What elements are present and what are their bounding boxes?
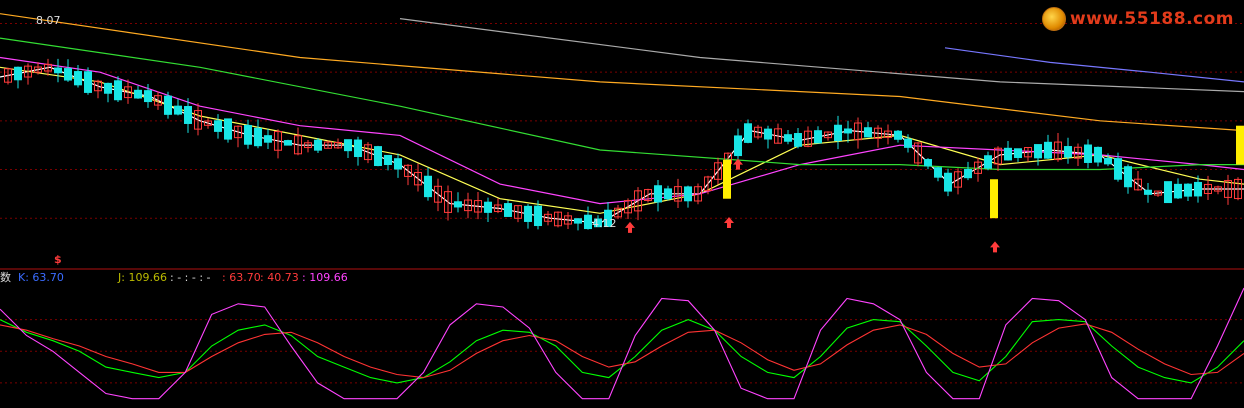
indicator-value-2: : 40.73 [260,271,299,284]
candle-body [764,128,772,140]
candle-body [1184,183,1192,197]
candle-body [814,130,822,144]
candle-body [864,127,872,138]
candle-body [1094,146,1102,163]
watermark-logo-icon [1041,7,1066,31]
low-price-label: 4.12 [592,217,617,230]
signal-bar [1236,125,1244,165]
candle-body [934,167,942,178]
price-chart [0,13,1244,400]
ma-line-ma60 [0,37,1244,171]
kdj-lines [0,287,1244,400]
candle-body [14,66,22,81]
indicator-j-value: J: 109.66 [118,271,167,284]
ma-line-ma10 [0,66,1244,214]
candle-body [904,138,912,148]
candle-body [534,205,542,227]
candle-body [104,82,112,94]
candle-body [924,159,932,167]
indicator-separator: : - : - : - [170,271,211,284]
candle-body [1064,146,1072,158]
candle-body [1014,148,1022,159]
candle-body [344,139,352,152]
signal-bar [723,159,731,199]
candle-body [84,71,92,93]
high-price-label: 8.07 [36,14,61,27]
candle-body [1114,158,1122,180]
candle-body [244,124,252,145]
candle-body [894,130,902,140]
watermark-text: www.55188.com [1069,9,1234,29]
candle-body [374,146,382,167]
signal-bar [990,179,998,219]
candle-body [134,89,142,99]
candle-body [224,118,232,140]
candle-body [1004,147,1012,161]
candle-body [484,201,492,213]
candle-body [54,67,62,74]
candle-body [384,154,392,166]
candle-body [1034,144,1042,159]
candle-body [664,188,672,200]
candle-body [524,205,532,222]
candle-body [784,134,792,142]
candle-body [944,172,952,192]
candle-body [654,185,662,203]
candle-body [504,203,512,217]
candle-body [114,80,122,101]
candle-body [734,135,742,157]
candle-body [1144,189,1152,195]
candle-body [174,105,182,115]
candle-body [64,68,72,81]
up-arrow-icon [724,217,734,229]
candle-body [964,169,972,179]
up-arrow-icon [990,241,1000,253]
candle-body [1084,144,1092,163]
candle-body [684,186,692,202]
indicator-value-1: : 63.70 [222,271,261,284]
candle-body [354,139,362,158]
candle-body [424,175,432,198]
candle-body [1174,183,1182,199]
up-arrow-icon [625,221,635,233]
dollar-marker: $ [54,253,62,266]
watermark: www.55188.com [1041,6,1234,32]
candle-body [1104,157,1112,165]
candle-body [144,90,152,103]
indicator-value-3: : 109.66 [302,271,348,284]
candle-body [284,140,292,146]
candle-body [1124,166,1132,188]
candle-body [844,128,852,134]
candle-body [454,201,462,208]
candle-body [834,124,842,142]
candle-body [984,155,992,169]
candle-body [1164,181,1172,204]
ma-line-ma20 [0,56,1244,205]
candle-body [164,95,172,115]
candle-body [184,106,192,124]
candle-body [574,218,582,224]
candle-body [394,158,402,170]
candle-body [264,135,272,143]
candle-body [794,133,802,147]
candle-body [254,127,262,147]
ma-line-ma_blue [944,47,1244,83]
kdj-line-j [0,287,1244,400]
indicator-k-value: K: 63.70 [18,271,64,284]
candle-body [1044,141,1052,159]
candle-body [214,120,222,132]
candle-body [74,71,82,86]
candle-body [1194,181,1202,197]
candle-body [744,123,752,143]
candle-body [314,139,322,151]
candle-body [584,214,592,230]
ma-line-ma5 [0,66,1244,224]
indicator-name: 数 [0,271,11,284]
